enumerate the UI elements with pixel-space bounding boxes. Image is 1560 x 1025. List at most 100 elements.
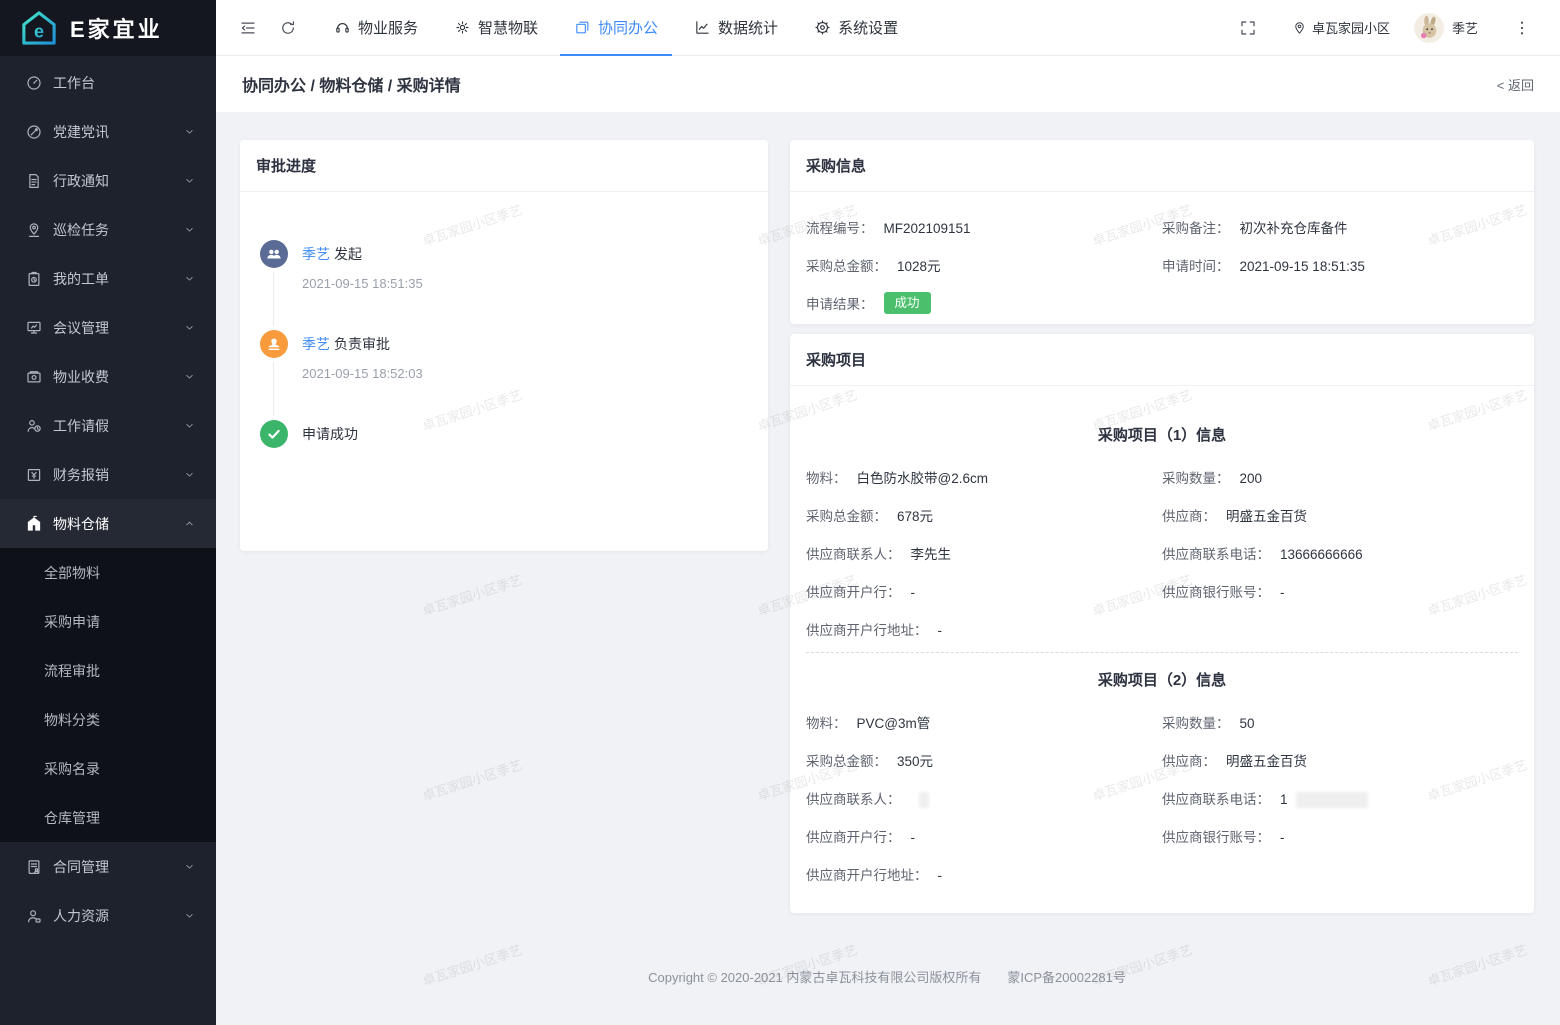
field-label: 供应商联系人： <box>806 792 901 807</box>
field-label: 供应商开户行： <box>806 585 901 600</box>
sidebar-subitem[interactable]: 物料分类 <box>0 695 216 744</box>
field-label: 供应商联系电话： <box>1162 792 1270 807</box>
field-label: 采购总金额： <box>806 754 887 769</box>
sidebar: e E家宜业 工作台党建党讯行政通知巡检任务我的工单会议管理物业收费工作请假财务… <box>0 0 216 1025</box>
sidebar-item[interactable]: 合同管理 <box>0 842 216 891</box>
chevron-down-icon <box>183 174 196 187</box>
fee-icon <box>25 368 43 386</box>
sidebar-subitem[interactable]: 全部物料 <box>0 548 216 597</box>
community-selector[interactable]: 卓瓦家园小区 <box>1292 18 1390 37</box>
field-label: 供应商联系人： <box>806 547 901 562</box>
user-link[interactable]: 季艺 <box>302 246 330 262</box>
field-value: 350元 <box>897 754 933 769</box>
user-menu[interactable]: 季艺 <box>1414 13 1478 43</box>
chevron-down-icon <box>183 860 196 873</box>
sidebar-item[interactable]: 人力资源 <box>0 891 216 940</box>
sidebar-item[interactable]: 物业收费 <box>0 352 216 401</box>
sidebar-subitem[interactable]: 仓库管理 <box>0 793 216 842</box>
field-value: - <box>1280 585 1285 600</box>
approval-progress-card: 审批进度 季艺发起2021-09-15 18:51:35季艺负责审批 2021-0… <box>240 140 768 551</box>
dashed-divider <box>806 652 1518 653</box>
tab-iot[interactable]: 智慧物联 <box>440 0 552 55</box>
cards-row: 审批进度 季艺发起2021-09-15 18:51:35季艺负责审批 2021-0… <box>240 140 1534 913</box>
approval-card-title: 审批进度 <box>240 140 768 192</box>
sidebar-item-label: 财务报销 <box>53 465 183 485</box>
field-label: 供应商联系电话： <box>1162 547 1270 562</box>
redacted-value <box>1296 792 1368 808</box>
item-section-title: 采购项目（2）信息 <box>806 671 1518 691</box>
sidebar-subitem[interactable]: 采购名录 <box>0 744 216 793</box>
field-value: PVC@3m管 <box>857 716 931 731</box>
chevron-down-icon <box>183 272 196 285</box>
field-label: 申请时间： <box>1162 259 1230 274</box>
field-value: 1 <box>1280 792 1288 807</box>
sidebar-item[interactable]: 党建党讯 <box>0 107 216 156</box>
sidebar-item[interactable]: 巡检任务 <box>0 205 216 254</box>
field-value: 李先生 <box>911 547 952 562</box>
field: 采购数量：50 <box>1162 712 1518 732</box>
step-title: 季艺负责审批 <box>302 330 752 358</box>
field-label: 供应商： <box>1162 509 1216 524</box>
sidebar-item[interactable]: 行政通知 <box>0 156 216 205</box>
field-value: - <box>938 623 943 638</box>
sidebar-item[interactable]: 财务报销 <box>0 450 216 499</box>
sidebar-item-label: 物业收费 <box>53 367 183 387</box>
step-time: 2021-09-15 18:51:35 <box>302 276 752 291</box>
field: 供应商联系电话： 1 <box>1162 788 1518 808</box>
copyright-text: Copyright © 2020-2021 内蒙古卓瓦科技有限公司版权所有 <box>648 970 981 985</box>
fullscreen-icon[interactable] <box>1239 19 1257 37</box>
tab-label: 数据统计 <box>718 17 778 38</box>
redacted-value <box>919 792 929 808</box>
field-value: - <box>911 585 916 600</box>
leave-icon <box>25 417 43 435</box>
step-time: 2021-09-15 18:52:03 <box>302 366 752 381</box>
sidebar-item-label: 行政通知 <box>53 171 183 191</box>
field-value: 50 <box>1240 716 1255 731</box>
timeline-step: 季艺发起2021-09-15 18:51:35 <box>260 240 752 330</box>
sidebar-item[interactable]: 会议管理 <box>0 303 216 352</box>
field-value: 1028元 <box>897 259 941 274</box>
field: 物料：白色防水胶带@2.6cm <box>806 467 1162 487</box>
field-value: - <box>911 830 916 845</box>
field-row: 供应商开户行地址：- <box>806 855 1518 893</box>
sidebar-item-label: 人力资源 <box>53 906 183 926</box>
sidebar-item[interactable]: 我的工单 <box>0 254 216 303</box>
chevron-down-icon <box>183 468 196 481</box>
field-row: 供应商联系人： 供应商联系电话： 1 <box>806 779 1518 817</box>
logo: e E家宜业 <box>0 0 216 56</box>
sidebar-item-label: 巡检任务 <box>53 220 183 240</box>
sidebar-item[interactable]: 物料仓储 <box>0 499 216 548</box>
field-value: - <box>938 868 943 883</box>
chevron-down-icon <box>183 419 196 432</box>
contract-icon <box>25 858 43 876</box>
tab-gear[interactable]: 系统设置 <box>800 0 912 55</box>
field-label: 供应商银行账号： <box>1162 830 1270 845</box>
location-pin-icon <box>1292 20 1307 35</box>
status-badge: 成功 <box>884 292 931 315</box>
chevron-down-icon <box>183 370 196 383</box>
purchase-item-section: 采购项目（1）信息物料：白色防水胶带@2.6cm采购数量：200采购总金额：67… <box>806 426 1518 648</box>
chevron-down-icon <box>183 321 196 334</box>
field-row: 物料：白色防水胶带@2.6cm采购数量：200 <box>806 458 1518 496</box>
chevron-down-icon <box>183 125 196 138</box>
refresh-icon[interactable] <box>279 19 297 37</box>
sidebar-subitem[interactable]: 流程审批 <box>0 646 216 695</box>
step-title: 申请成功 <box>302 420 752 448</box>
field-label: 物料： <box>806 716 847 731</box>
field: 供应商：明盛五金百货 <box>1162 750 1518 770</box>
top-tabs: 物业服务智慧物联协同办公 数据统计 系统设置 <box>316 0 916 55</box>
sidebar-item[interactable]: 工作台 <box>0 58 216 107</box>
sidebar-subitem[interactable]: 采购申请 <box>0 597 216 646</box>
tab-office[interactable]: 协同办公 <box>560 0 672 55</box>
field-row: 采购总金额：678元供应商：明盛五金百货 <box>806 496 1518 534</box>
tab-chart[interactable]: 数据统计 <box>680 0 792 55</box>
user-link[interactable]: 季艺 <box>302 336 330 352</box>
field: 供应商银行账号：- <box>1162 581 1518 601</box>
back-button[interactable]: < 返回 <box>1497 75 1534 94</box>
field-label: 供应商开户行地址： <box>806 623 928 638</box>
approval-timeline: 季艺发起2021-09-15 18:51:35季艺负责审批 2021-09-15 … <box>240 192 768 510</box>
more-vertical-icon[interactable] <box>1513 19 1531 37</box>
sidebar-item[interactable]: 工作请假 <box>0 401 216 450</box>
menu-fold-icon[interactable] <box>239 19 257 37</box>
tab-headset[interactable]: 物业服务 <box>320 0 432 55</box>
